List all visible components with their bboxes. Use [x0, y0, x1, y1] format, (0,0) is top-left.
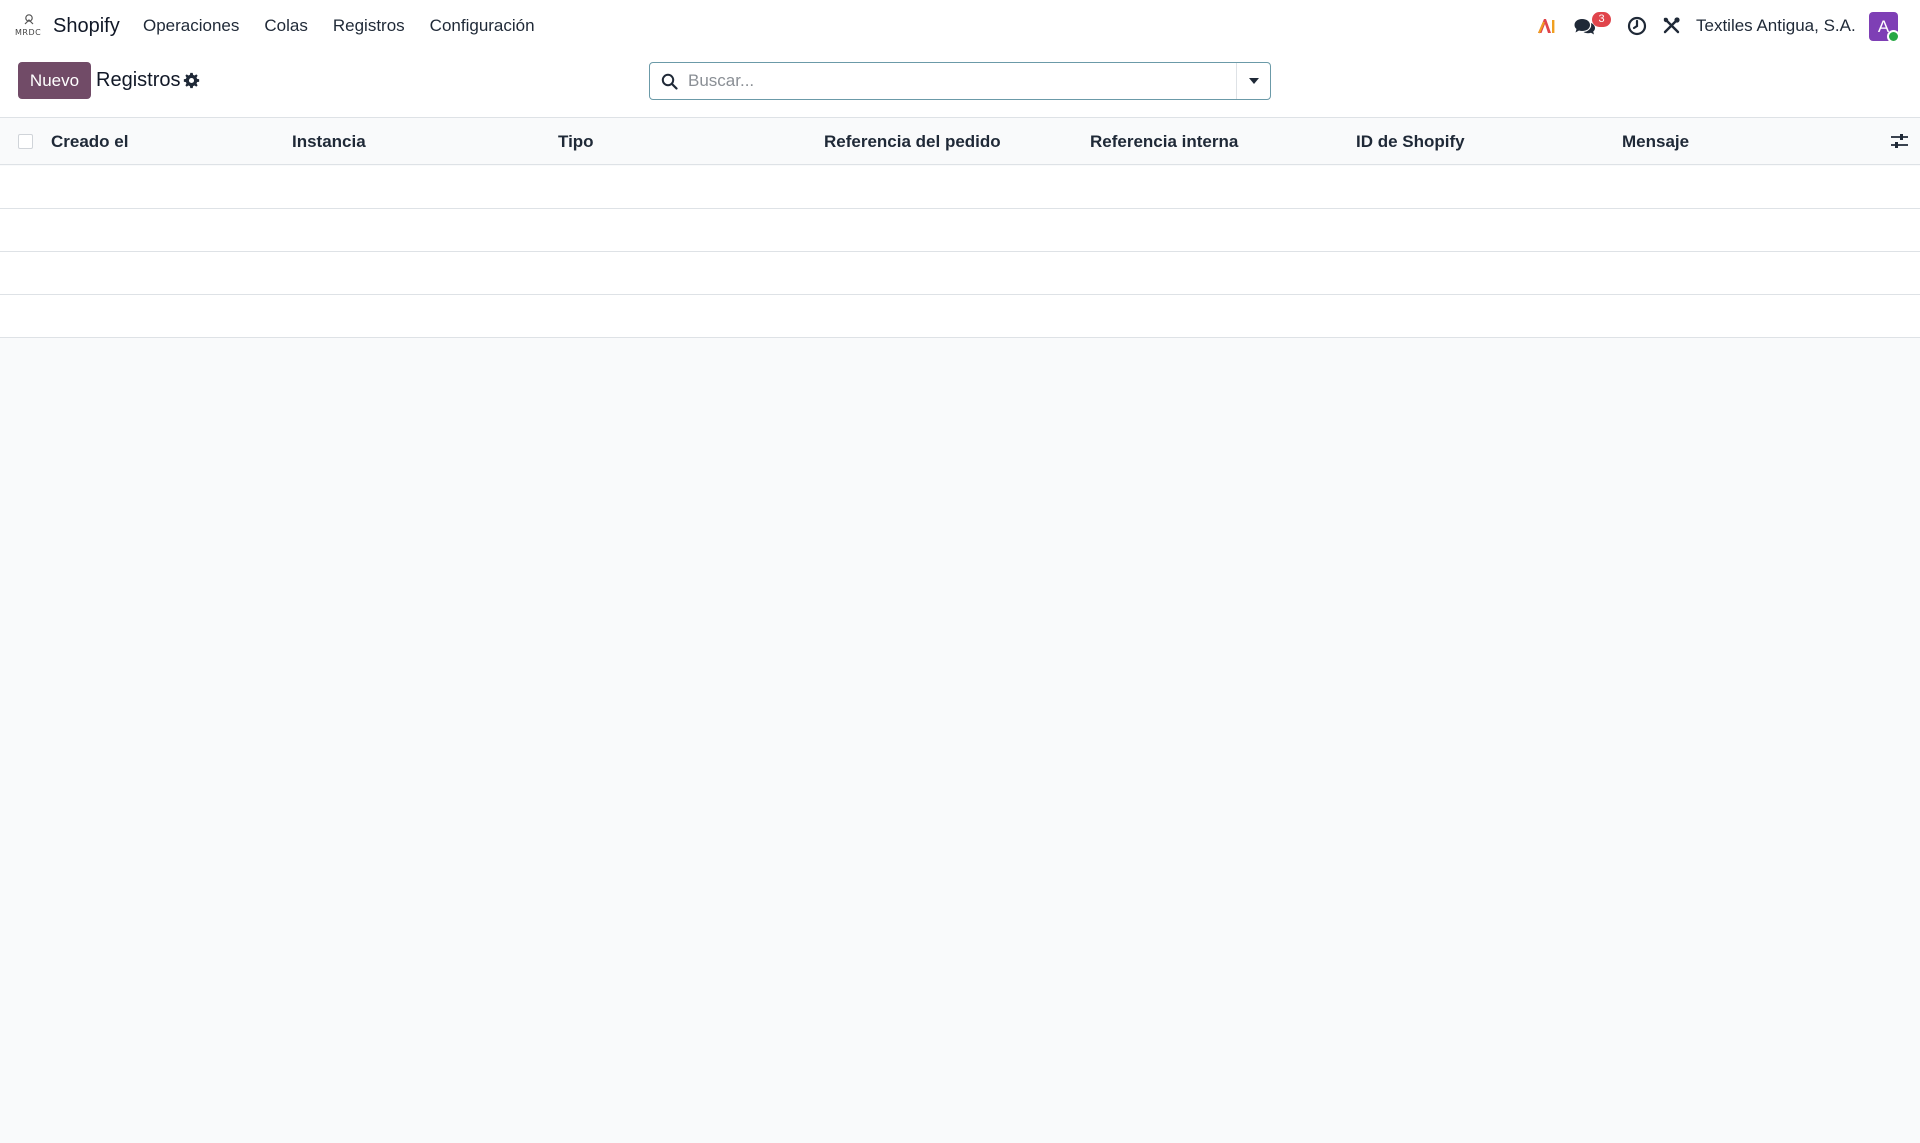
search-input[interactable]: [686, 65, 1226, 97]
menu-colas[interactable]: Colas: [264, 14, 307, 38]
new-button[interactable]: Nuevo: [18, 62, 91, 99]
menu-configuracion[interactable]: Configuración: [430, 14, 535, 38]
clock-icon[interactable]: [1627, 16, 1647, 36]
ai-icon[interactable]: [1536, 16, 1556, 36]
presence-status-icon: [1887, 30, 1900, 43]
menu-registros[interactable]: Registros: [333, 14, 405, 38]
column-creado-el[interactable]: Creado el: [51, 118, 128, 165]
search-options-toggle[interactable]: [1236, 63, 1270, 99]
control-panel: Nuevo Registros: [0, 52, 1920, 118]
app-brand[interactable]: Shopify: [53, 13, 120, 39]
list-empty-row: [0, 209, 1920, 252]
search-bar: [649, 62, 1271, 100]
column-instancia[interactable]: Instancia: [292, 118, 366, 165]
main-menu: Operaciones Colas Registros Configuració…: [143, 14, 560, 38]
tools-icon[interactable]: [1662, 16, 1681, 35]
messages-count-badge: 3: [1592, 12, 1611, 27]
column-mensaje[interactable]: Mensaje: [1622, 118, 1689, 165]
top-navbar: MRDC Shopify Operaciones Colas Registros…: [0, 0, 1920, 52]
sliders-icon[interactable]: [1890, 132, 1909, 151]
column-referencia-pedido[interactable]: Referencia del pedido: [824, 118, 1001, 165]
list-empty-row: [0, 166, 1920, 209]
column-tipo[interactable]: Tipo: [558, 118, 594, 165]
app-logo-icon[interactable]: MRDC: [14, 13, 44, 39]
column-id-shopify[interactable]: ID de Shopify: [1356, 118, 1465, 165]
search-icon: [661, 73, 678, 90]
svg-text:MRDC: MRDC: [15, 28, 41, 37]
list-header: Creado el Instancia Tipo Referencia del …: [0, 118, 1920, 165]
select-all-checkbox[interactable]: [18, 134, 33, 149]
list-empty-row: [0, 295, 1920, 338]
page-title: Registros: [96, 69, 181, 91]
company-switcher[interactable]: Textiles Antigua, S.A.: [1696, 14, 1856, 38]
caret-down-icon: [1248, 78, 1259, 84]
gear-icon[interactable]: [183, 72, 200, 89]
menu-operaciones[interactable]: Operaciones: [143, 14, 239, 38]
list-empty-row: [0, 252, 1920, 295]
column-referencia-interna[interactable]: Referencia interna: [1090, 118, 1238, 165]
